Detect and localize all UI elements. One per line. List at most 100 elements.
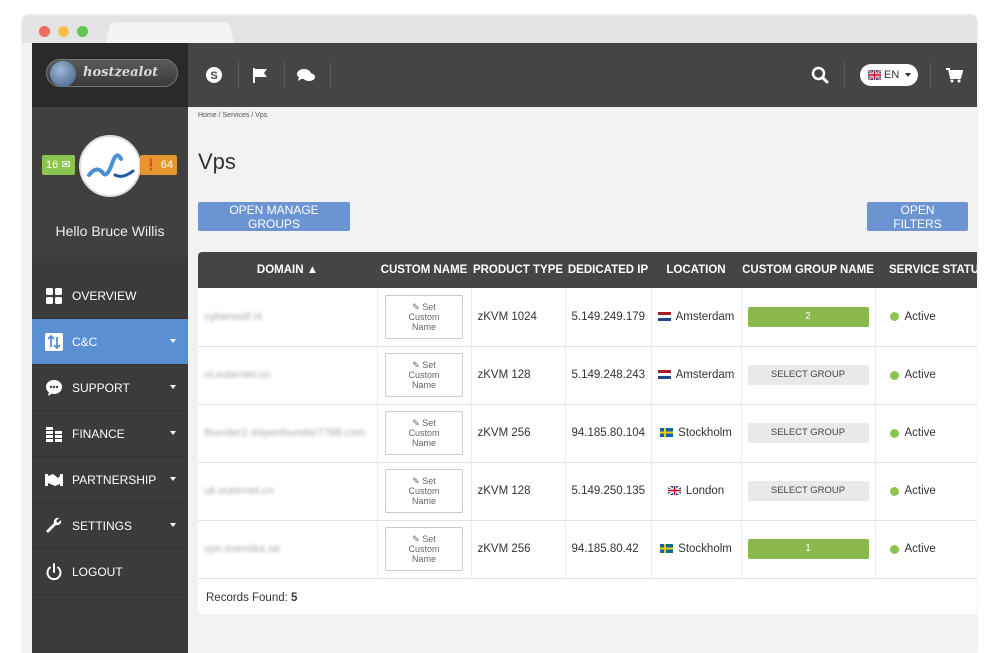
maximize-window-button[interactable] <box>77 26 88 37</box>
language-label: EN <box>884 69 900 81</box>
table-header-row: DOMAIN ▲ CUSTOM NAME PRODUCT TYPE DEDICA… <box>198 252 977 288</box>
custom-name-label-custom: Custom <box>408 544 440 554</box>
sidebar-item-logout[interactable]: LOGOUT <box>32 549 188 595</box>
set-custom-name-button[interactable]: ✎ Set Custom Name <box>385 469 463 513</box>
domain-cell[interactable]: thunder2.slayerthunder7788.com <box>198 404 378 463</box>
column-header-dedicated-ip[interactable]: DEDICATED IP <box>565 252 651 288</box>
column-header-product-type[interactable]: PRODUCT TYPE <box>471 252 565 288</box>
column-header-custom-name[interactable]: CUSTOM NAME <box>377 252 471 288</box>
minimize-window-button[interactable] <box>58 26 69 37</box>
status-text: Active <box>904 427 936 439</box>
column-header-domain[interactable]: DOMAIN ▲ <box>198 252 377 288</box>
sidebar-item-settings[interactable]: SETTINGS <box>32 503 188 549</box>
sidebar-item-label: LOGOUT <box>72 564 123 579</box>
user-profile: 16 ✉ ❗ 64 Hello Bruce Willis <box>32 107 188 257</box>
sidebar: hostzealot 16 ✉ ❗ 64 Hello Bruce Willis … <box>32 43 188 653</box>
avatar[interactable] <box>79 135 141 197</box>
custom-name-label-name: Name <box>411 438 436 448</box>
domain-cell[interactable]: nl.outernet.cn <box>198 346 378 405</box>
location-name: Amsterdam <box>675 369 735 381</box>
edit-icon: ✎ <box>412 360 420 370</box>
custom-name-label-set: Set <box>422 360 436 370</box>
logo-area: hostzealot <box>32 43 188 107</box>
custom-name-cell: ✎ Set Custom Name <box>377 288 472 347</box>
coins-icon <box>44 424 64 444</box>
select-group-button[interactable]: SELECT GROUP <box>747 423 869 443</box>
location-cell: London <box>651 462 742 521</box>
location-cell: Stockholm <box>651 520 742 579</box>
edit-icon: ✎ <box>412 534 420 544</box>
custom-name-cell: ✎ Set Custom Name <box>377 462 472 521</box>
status-badge: Active <box>889 311 978 323</box>
user-name: Bruce Willis <box>91 223 165 239</box>
domain-cell[interactable]: cyberwolf.nl <box>198 288 378 347</box>
handshake-icon <box>44 470 64 490</box>
breadcrumb[interactable]: Home / Services / Vps <box>198 112 267 119</box>
column-header-custom-group-name[interactable]: CUSTOM GROUP NAME <box>741 252 875 288</box>
chevron-down-icon <box>170 523 176 527</box>
product-type-cell: zKVM 1024 <box>471 288 566 347</box>
close-window-button[interactable] <box>39 26 50 37</box>
set-custom-name-button[interactable]: ✎ Set Custom Name <box>385 294 463 339</box>
open-manage-groups-button[interactable]: OPEN MANAGE GROUPS <box>198 202 350 231</box>
group-badge-button[interactable]: 2 <box>747 306 869 327</box>
browser-tab[interactable] <box>105 22 235 45</box>
svg-text:S: S <box>210 70 217 82</box>
location-name: Stockholm <box>678 543 732 555</box>
product-type-cell: zKVM 128 <box>471 346 566 405</box>
envelope-icon: ✉ <box>61 159 71 171</box>
product-type-cell: zKVM 128 <box>471 462 566 521</box>
logo-globe-icon <box>50 61 76 87</box>
status-badge: Active <box>889 427 978 439</box>
select-group-button[interactable]: SELECT GROUP <box>747 365 869 385</box>
search-icon[interactable] <box>810 65 830 85</box>
domain-cell[interactable]: vpn.svenska.se <box>198 520 378 579</box>
cart-icon[interactable] <box>944 65 964 85</box>
services-table: DOMAIN ▲ CUSTOM NAME PRODUCT TYPE DEDICA… <box>198 252 977 614</box>
column-header-location[interactable]: LOCATION <box>651 252 741 288</box>
mail-badge[interactable]: 16 ✉ <box>42 155 75 175</box>
alert-badge[interactable]: ❗ 64 <box>140 155 178 175</box>
status-dot-icon <box>889 544 899 554</box>
edit-icon: ✎ <box>412 418 420 428</box>
se-flag-icon <box>660 543 678 555</box>
select-group-button[interactable]: SELECT GROUP <box>747 481 869 501</box>
custom-name-cell: ✎ Set Custom Name <box>377 404 472 463</box>
main-content: Home / Services / Vps Vps OPEN MANAGE GR… <box>188 107 977 653</box>
set-custom-name-button[interactable]: ✎ Set Custom Name <box>385 411 463 455</box>
custom-name-label-set: Set <box>422 476 436 486</box>
brand-logo[interactable]: hostzealot <box>46 59 178 87</box>
sidebar-item-c-c[interactable]: C&C <box>32 319 188 365</box>
skype-icon[interactable]: S <box>204 65 224 85</box>
chevron-down-icon <box>905 73 912 77</box>
chat-bubbles-icon[interactable] <box>296 65 316 85</box>
status-badge: Active <box>889 543 978 555</box>
records-label: Records Found: <box>206 592 292 604</box>
status-badge: Active <box>889 369 978 381</box>
divider <box>930 61 931 89</box>
status-dot-icon <box>889 428 899 438</box>
sidebar-item-label: C&C <box>72 334 98 349</box>
edit-icon: ✎ <box>412 476 420 486</box>
table-row: vpn.svenska.se ✎ Set Custom Name zKVM 256 94.… <box>198 520 978 579</box>
open-filters-button[interactable]: OPEN FILTERS <box>867 202 968 231</box>
status-dot-icon <box>889 370 899 380</box>
language-selector[interactable]: EN <box>860 64 918 86</box>
wrench-icon <box>44 516 64 536</box>
service-status-cell: Active <box>875 462 978 521</box>
set-custom-name-button[interactable]: ✎ Set Custom Name <box>385 527 463 571</box>
set-custom-name-button[interactable]: ✎ Set Custom Name <box>385 353 463 397</box>
status-badge: Active <box>889 485 978 497</box>
column-header-service-status[interactable]: SERVICE STATUS <box>875 252 977 288</box>
flag-icon[interactable] <box>250 65 270 85</box>
domain-cell[interactable]: uk.outernet.cn <box>198 462 378 521</box>
sidebar-item-support[interactable]: SUPPORT <box>32 365 188 411</box>
custom-name-cell: ✎ Set Custom Name <box>377 346 472 405</box>
sidebar-item-overview[interactable]: OVERVIEW <box>32 273 188 319</box>
page-title: Vps <box>198 149 236 174</box>
group-badge-button[interactable]: 1 <box>747 539 869 559</box>
divider <box>284 61 285 89</box>
sidebar-item-partnership[interactable]: PARTNERSHIP <box>32 457 188 503</box>
location-name: Stockholm <box>678 427 732 439</box>
sidebar-item-finance[interactable]: FINANCE <box>32 411 188 457</box>
